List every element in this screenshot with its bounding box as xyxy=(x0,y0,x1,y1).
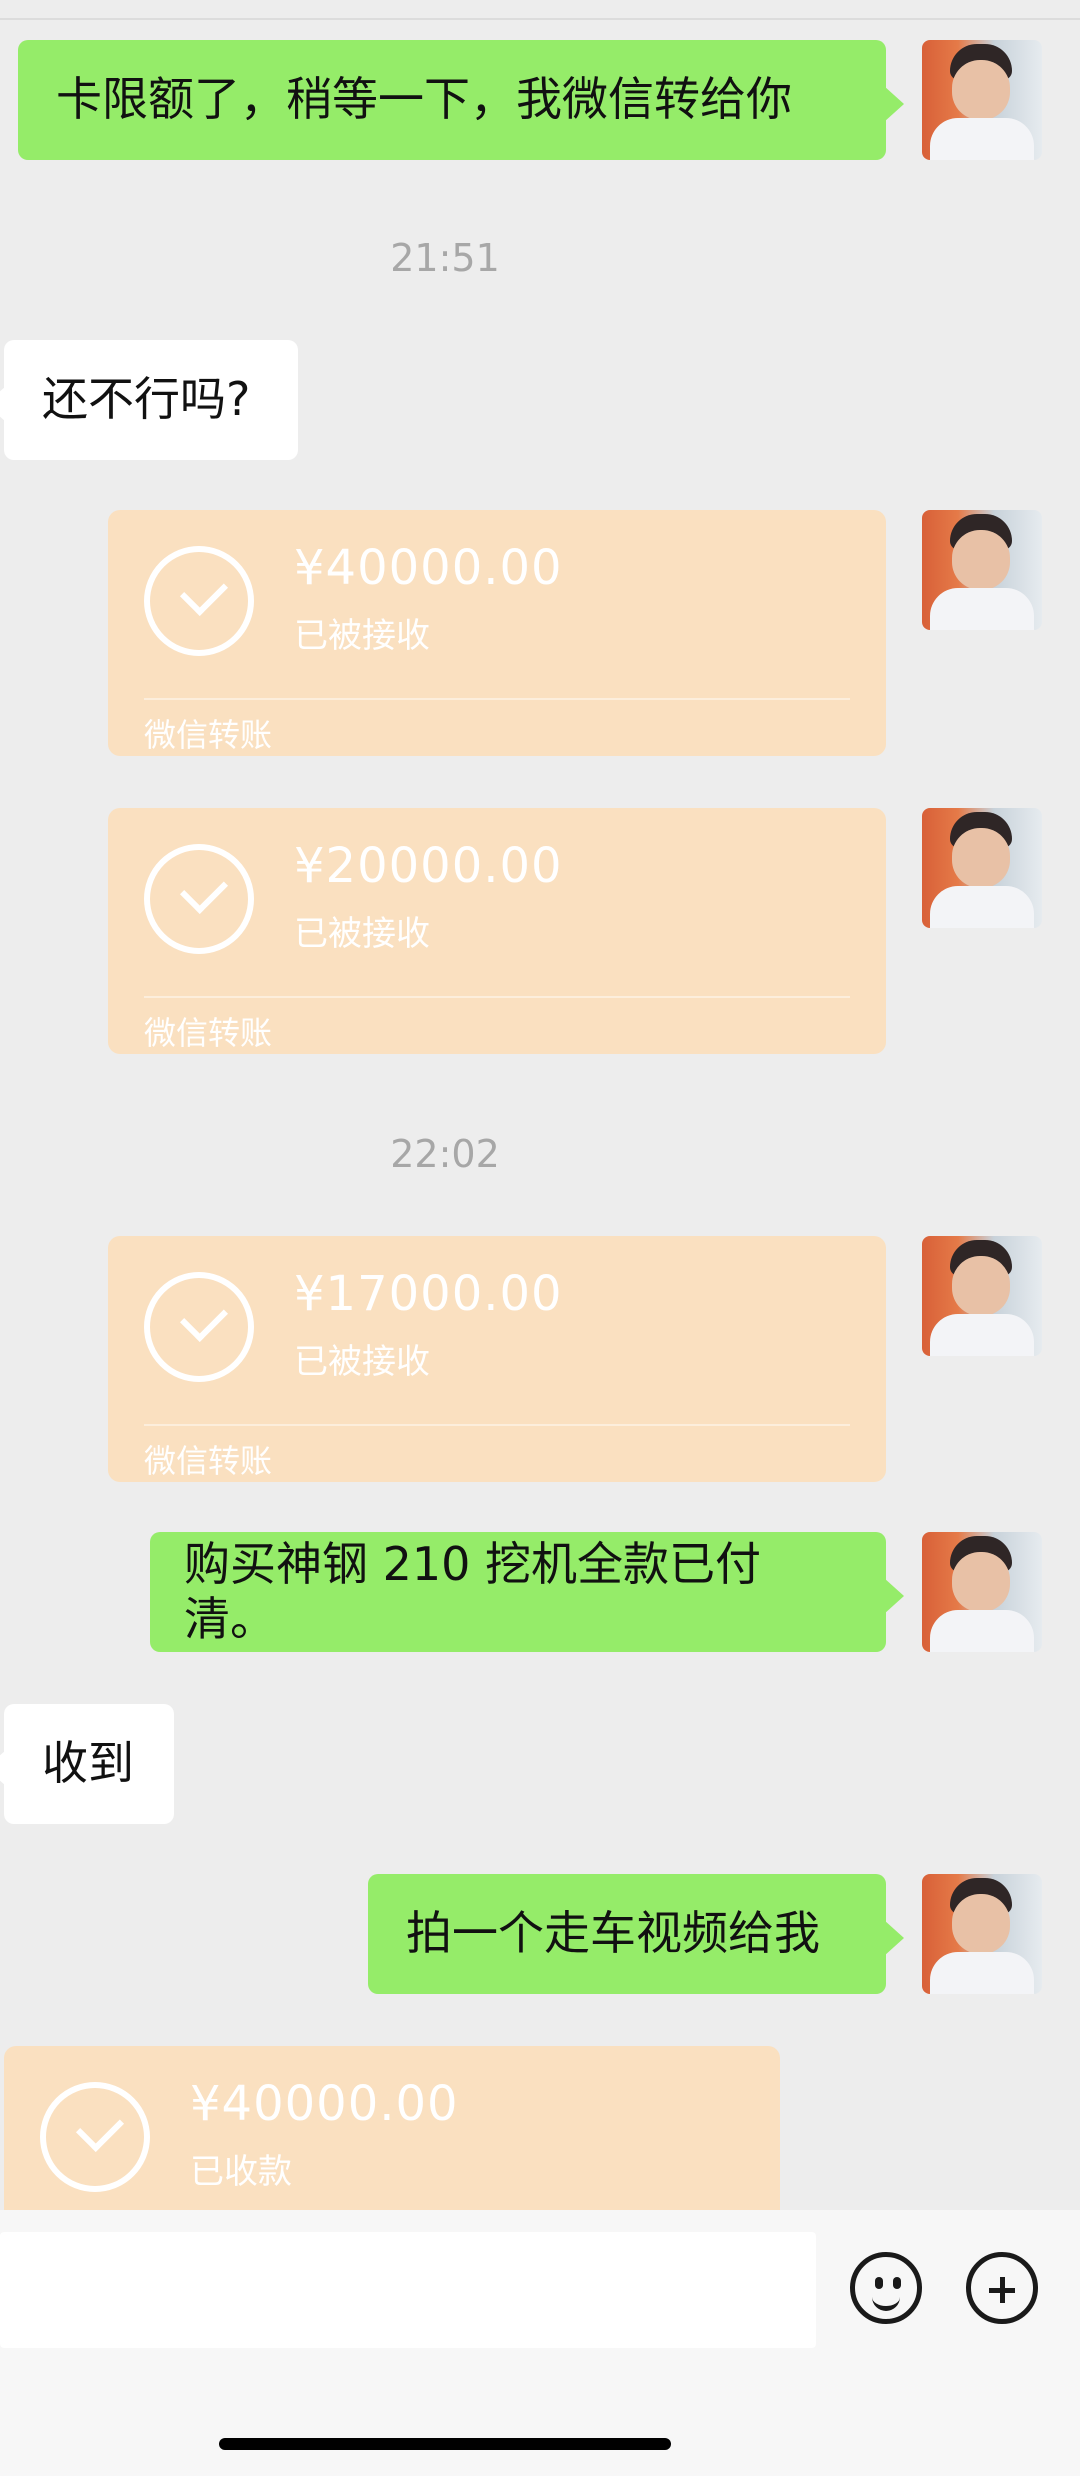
outgoing-message-3[interactable]: 拍一个走车视频给我 xyxy=(368,1874,904,1994)
sender-avatar[interactable] xyxy=(922,40,1042,160)
transfer-label: 微信转账 xyxy=(144,1014,273,1052)
transfer-amount: ¥40000.00 xyxy=(294,540,563,596)
check-circle-icon xyxy=(144,546,254,656)
transfer-amount: ¥17000.00 xyxy=(294,1266,563,1322)
transfer-divider xyxy=(144,996,850,998)
sender-avatar[interactable] xyxy=(922,808,1042,928)
transfer-status: 已被接收 xyxy=(294,616,430,656)
message-text: 购买神钢 210 挖机全款已付清。 xyxy=(184,1536,762,1646)
received-transfer-card[interactable]: ¥40000.00 已收款 xyxy=(4,2046,780,2224)
message-text: 收到 xyxy=(42,1736,134,1791)
outgoing-message-2[interactable]: 购买神钢 210 挖机全款已付清。 xyxy=(150,1532,904,1652)
message-text: 还不行吗? xyxy=(42,372,251,427)
transfer-divider xyxy=(144,698,850,700)
transfer-label: 微信转账 xyxy=(144,1442,273,1480)
wechat-transfer-card[interactable]: ¥40000.00 已被接收 微信转账 xyxy=(108,510,886,756)
check-circle-icon xyxy=(40,2082,150,2192)
message-timestamp: 21:51 xyxy=(390,236,500,280)
message-text: 卡限额了，稍等一下，我微信转给你 xyxy=(56,72,792,127)
transfer-status: 已收款 xyxy=(190,2152,292,2192)
transfer-label: 微信转账 xyxy=(144,716,273,754)
home-indicator[interactable] xyxy=(219,2438,671,2450)
message-input[interactable] xyxy=(0,2232,816,2348)
outgoing-message-1[interactable]: 卡限额了，稍等一下，我微信转给你 xyxy=(18,40,904,160)
sender-avatar[interactable] xyxy=(922,1874,1042,1994)
wechat-transfer-card[interactable]: ¥20000.00 已被接收 微信转账 xyxy=(108,808,886,1054)
message-text: 拍一个走车视频给我 xyxy=(406,1906,820,1961)
plus-icon[interactable] xyxy=(966,2252,1038,2324)
transfer-amount: ¥40000.00 xyxy=(190,2076,459,2132)
transfer-divider xyxy=(144,1424,850,1426)
message-timestamp: 22:02 xyxy=(390,1132,500,1176)
transfer-status: 已被接收 xyxy=(294,1342,430,1382)
transfer-amount: ¥20000.00 xyxy=(294,838,563,894)
wechat-transfer-card[interactable]: ¥17000.00 已被接收 微信转账 xyxy=(108,1236,886,1482)
sender-avatar[interactable] xyxy=(922,510,1042,630)
transfer-status: 已被接收 xyxy=(294,914,430,954)
check-circle-icon xyxy=(144,844,254,954)
sender-avatar[interactable] xyxy=(922,1236,1042,1356)
check-circle-icon xyxy=(144,1272,254,1382)
top-divider xyxy=(0,18,1080,20)
incoming-message-2[interactable]: 收到 xyxy=(0,1704,174,1824)
emoji-icon[interactable] xyxy=(850,2252,922,2324)
incoming-message-1[interactable]: 还不行吗? xyxy=(0,340,298,460)
chat-input-bar xyxy=(0,2210,1080,2476)
sender-avatar[interactable] xyxy=(922,1532,1042,1652)
